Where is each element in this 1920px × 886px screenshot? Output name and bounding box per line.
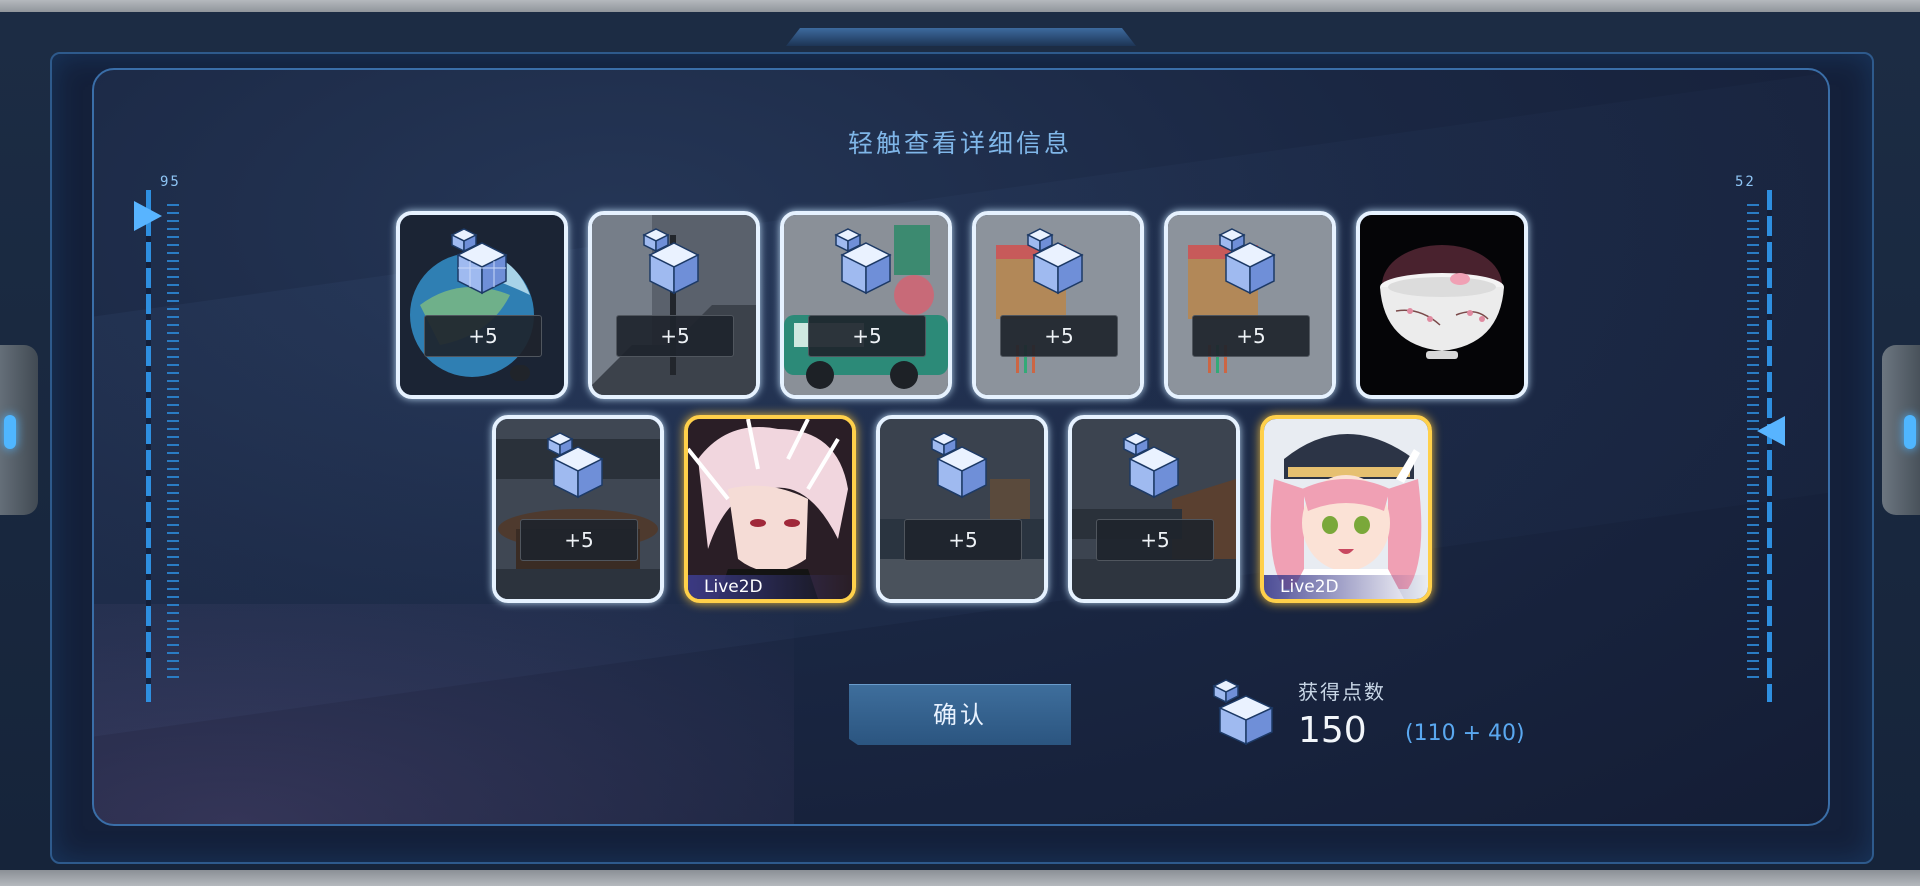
reward-tile[interactable]: +5 — [588, 211, 760, 399]
points-label: 获得点数 — [1298, 680, 1386, 704]
left-gauge: 95 — [134, 174, 184, 702]
left-gauge-value: 95 — [160, 174, 181, 190]
reward-tile[interactable]: +5 — [972, 211, 1144, 399]
right-side-knob — [1882, 345, 1920, 515]
porcelain-bowl-icon — [1360, 215, 1524, 395]
right-led — [1904, 415, 1916, 449]
character-portrait-white-hair — [688, 419, 852, 599]
cube-icon — [450, 228, 508, 295]
cube-icon — [1212, 679, 1274, 746]
bonus-label: +5 — [616, 315, 734, 357]
bonus-label: +5 — [1192, 315, 1310, 357]
cube-icon — [546, 432, 604, 499]
bonus-label: +5 — [1000, 315, 1118, 357]
confirm-button[interactable]: 确认 — [849, 684, 1071, 745]
cube-icon — [1218, 228, 1276, 295]
bonus-label: +5 — [424, 315, 542, 357]
right-gauge-bar — [1767, 190, 1772, 702]
bonus-label: +5 — [904, 519, 1022, 561]
right-gauge-arrow-icon — [1757, 416, 1785, 446]
cube-icon — [930, 432, 988, 499]
left-led — [4, 415, 16, 449]
reward-tile[interactable]: +5 — [1068, 415, 1240, 603]
top-notch — [786, 28, 1136, 46]
reward-tile[interactable]: +5 — [780, 211, 952, 399]
right-gauge: 52 — [1735, 174, 1785, 702]
bonus-label: +5 — [520, 519, 638, 561]
character-tile[interactable]: Live2D — [1260, 415, 1432, 603]
points-value: 150 — [1298, 710, 1367, 751]
reward-tile[interactable]: +5 — [492, 415, 664, 603]
cube-icon — [1026, 228, 1084, 295]
reward-tile[interactable]: +5 — [1164, 211, 1336, 399]
left-gauge-ticks — [167, 204, 179, 682]
character-portrait-pink-hair — [1264, 419, 1428, 599]
bottom-edge — [0, 870, 1920, 886]
right-gauge-value: 52 — [1735, 174, 1756, 190]
bonus-label: +5 — [1096, 519, 1214, 561]
live2d-badge: Live2D — [688, 575, 852, 599]
bonus-label: +5 — [808, 315, 926, 357]
cube-icon — [1122, 432, 1180, 499]
live2d-badge: Live2D — [1264, 575, 1428, 599]
page-title: 轻触查看详细信息 — [847, 129, 1072, 158]
cube-icon — [642, 228, 700, 295]
left-side-knob — [0, 345, 38, 515]
left-gauge-arrow-icon — [134, 201, 162, 231]
points-breakdown: (110 + 40) — [1405, 721, 1525, 746]
reward-tile[interactable]: +5 — [876, 415, 1048, 603]
left-gauge-bar — [146, 190, 151, 702]
character-tile[interactable]: Live2D — [684, 415, 856, 603]
reward-tile[interactable] — [1356, 211, 1528, 399]
reward-tile[interactable]: +5 — [396, 211, 568, 399]
cube-icon — [834, 228, 892, 295]
